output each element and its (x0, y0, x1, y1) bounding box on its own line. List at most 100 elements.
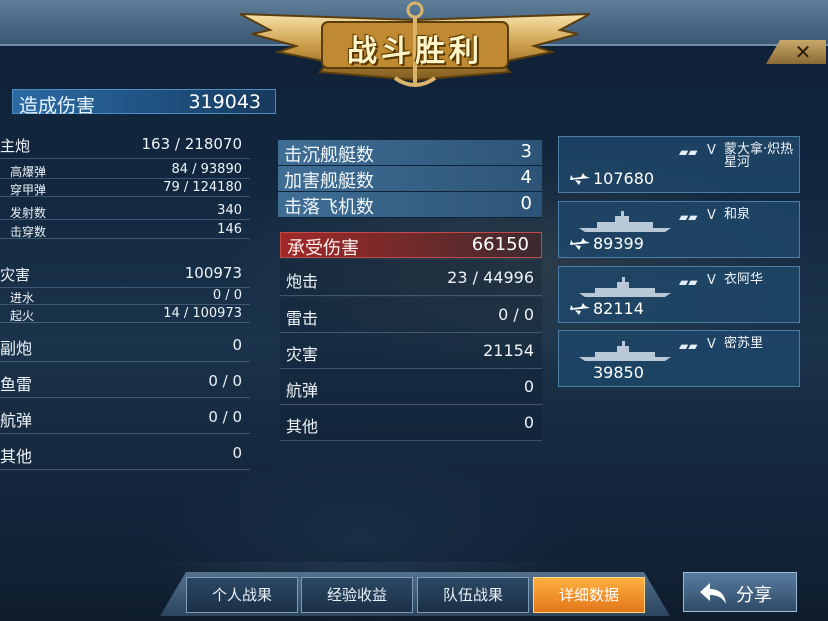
damage-row: 其他 0 (0, 438, 250, 470)
damage-row-label: 主炮 (0, 137, 31, 155)
ship-card[interactable]: ▰▰ V 衣阿华 82114 (558, 266, 800, 323)
damage-dealt-header: 造成伤害 319043 (12, 89, 276, 117)
tab-team-results[interactable]: 队伍战果 (417, 577, 529, 613)
tab-personal-results[interactable]: 个人战果 (186, 577, 298, 613)
share-button[interactable]: 分享 (683, 572, 797, 612)
damage-row-label: 高爆弹 (10, 165, 47, 179)
taken-row-value: 0 (523, 377, 534, 396)
damage-row: 灾害 100973 (0, 258, 250, 288)
ship-rank: V (707, 143, 716, 158)
ship-rank: V (707, 208, 716, 223)
damage-row-value: 84 / 93890 (171, 162, 242, 177)
rank-stripes-icon: ▰▰ (679, 210, 698, 224)
battleship-icon (579, 211, 671, 232)
damage-row-value: 0 / 0 (212, 288, 242, 303)
damage-taken-value: 66150 (471, 234, 529, 255)
battleship-icon (579, 277, 671, 297)
taken-row-label: 其他 (286, 417, 319, 436)
ship-card[interactable]: ▰▰ V 蒙大拿·炽热星河 107680 (558, 136, 800, 193)
stat-value: 4 (520, 167, 532, 188)
damage-row-label: 击穿数 (10, 225, 47, 239)
damage-row: 副炮 0 (0, 330, 250, 362)
damage-row: 起火 14 / 100973 (0, 306, 250, 323)
damage-row-value: 340 (217, 203, 242, 218)
plane-icon (570, 173, 590, 185)
stat-label: 加害舰艇数 (284, 171, 374, 192)
damage-row: 进水 0 / 0 (0, 288, 250, 305)
stat-label: 击沉舰艇数 (284, 145, 374, 166)
damage-row-label: 进水 (10, 291, 35, 305)
share-arrow-icon (700, 583, 726, 604)
taken-row: 炮击 23 / 44996 (280, 260, 542, 296)
damage-row-value: 146 (217, 222, 242, 237)
damage-row-label: 其他 (0, 447, 33, 466)
taken-row: 雷击 0 / 0 (280, 297, 542, 333)
battleship-icon (579, 341, 671, 361)
damage-row-value: 100973 (184, 264, 242, 282)
tab-detailed-data[interactable]: 详细数据 (533, 577, 645, 613)
stat-row-damaged: 加害舰艇数 4 (278, 166, 542, 192)
plane-icon (570, 303, 590, 315)
share-label: 分享 (736, 585, 772, 606)
ship-name: 密苏里 (724, 336, 764, 351)
stat-row-sunk: 击沉舰艇数 3 (278, 140, 542, 166)
damage-row-value: 14 / 100973 (163, 306, 242, 321)
rank-stripes-icon: ▰▰ (679, 145, 698, 159)
damage-row-value: 79 / 124180 (163, 180, 242, 195)
damage-row-label: 起火 (10, 309, 35, 323)
damage-row: 高爆弹 84 / 93890 (0, 162, 250, 179)
ship-name: 和泉 (724, 207, 751, 222)
damage-taken-header: 承受伤害 66150 (280, 232, 542, 259)
ship-damage: 39850 (593, 363, 644, 382)
victory-title: 战斗胜利 (347, 34, 483, 69)
taken-row-value: 0 (523, 413, 534, 432)
rank-stripes-icon: ▰▰ (679, 339, 698, 353)
taken-row-value: 23 / 44996 (447, 268, 534, 287)
taken-row: 其他 0 (280, 405, 542, 441)
damage-row-label: 副炮 (0, 339, 33, 358)
close-icon: ✕ (794, 40, 812, 64)
ship-damage: 107680 (593, 169, 655, 188)
stat-label: 击落飞机数 (284, 197, 374, 218)
taken-row-label: 灾害 (286, 345, 319, 364)
damage-row-value: 0 / 0 (208, 372, 242, 390)
ship-rank: V (707, 337, 716, 352)
ship-damage: 82114 (593, 299, 644, 318)
ship-card[interactable]: ▰▰ V 密苏里 39850 (558, 330, 800, 387)
damage-dealt-label: 造成伤害 (19, 95, 96, 117)
ship-name: 衣阿华 (724, 272, 764, 287)
damage-taken-label: 承受伤害 (287, 238, 359, 259)
stat-row-planes: 击落飞机数 0 (278, 192, 542, 218)
damage-row: 航弹 0 / 0 (0, 402, 250, 434)
plane-icon (570, 238, 590, 250)
taken-row-label: 雷击 (286, 309, 319, 328)
damage-row-value: 163 / 218070 (141, 135, 242, 153)
rank-stripes-icon: ▰▰ (679, 275, 698, 289)
victory-emblem: 战斗胜利 (240, 0, 590, 90)
damage-row-label: 穿甲弹 (10, 183, 47, 197)
taken-row-value: 21154 (483, 341, 534, 360)
ship-card[interactable]: ▰▰ V 和泉 89399 (558, 201, 800, 258)
ship-rank: V (707, 273, 716, 288)
taken-row: 航弹 0 (280, 369, 542, 405)
damage-row-label: 鱼雷 (0, 375, 33, 394)
ship-name: 蒙大拿·炽热星河 (724, 142, 794, 170)
taken-row-value: 0 / 0 (498, 305, 534, 324)
damage-row-value: 0 / 0 (208, 408, 242, 426)
ship-damage: 89399 (593, 234, 644, 253)
damage-row: 鱼雷 0 / 0 (0, 366, 250, 398)
stat-value: 0 (520, 193, 532, 214)
damage-row: 击穿数 146 (0, 222, 250, 239)
damage-row: 发射数 340 (0, 203, 250, 220)
damage-dealt-value: 319043 (188, 91, 261, 113)
damage-row-label: 航弹 (0, 411, 33, 430)
damage-row: 穿甲弹 79 / 124180 (0, 180, 250, 197)
damage-row-label: 发射数 (10, 206, 47, 220)
damage-row-value: 0 (232, 444, 242, 462)
taken-row-label: 炮击 (286, 272, 319, 291)
damage-row: 主炮 163 / 218070 (0, 129, 250, 159)
damage-row-value: 0 (232, 336, 242, 354)
tab-experience-gain[interactable]: 经验收益 (301, 577, 413, 613)
taken-row-label: 航弹 (286, 381, 319, 400)
damage-row-label: 灾害 (0, 266, 31, 284)
